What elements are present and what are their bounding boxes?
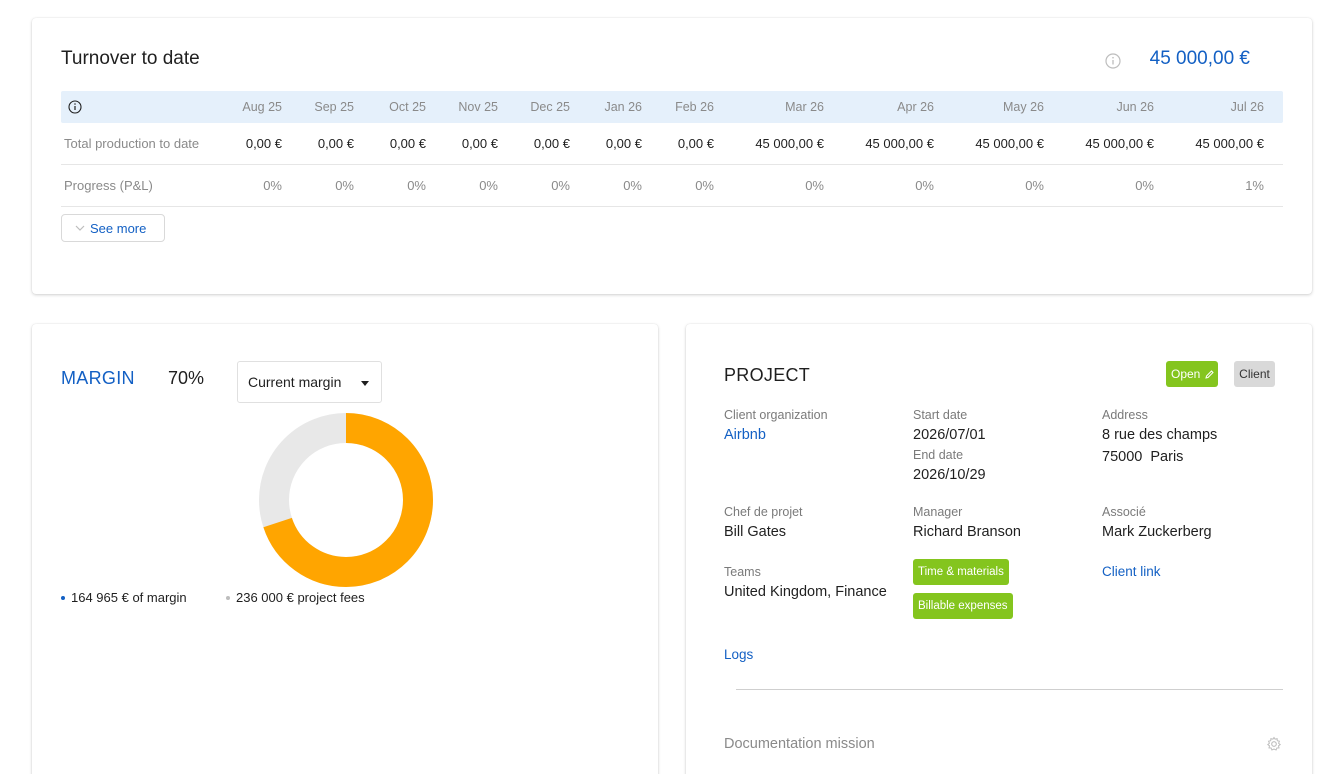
table-cell: 0,00 €	[389, 136, 426, 151]
tag-time-materials: Time & materials	[913, 559, 1009, 585]
row-label: Progress (P&L)	[64, 178, 153, 193]
legend-dot	[61, 595, 65, 600]
table-cell: 45 000,00 €	[1195, 136, 1264, 151]
chevron-down-icon	[75, 225, 85, 231]
turnover-table: Aug 25 Sep 25 Oct 25 Nov 25 Dec 25 Jan 26 Feb …	[61, 91, 1283, 207]
chef-value: Bill Gates	[724, 524, 787, 540]
table-cell: 45 000,00 €	[865, 136, 934, 151]
column-header: Mar 26	[785, 100, 824, 114]
row-label: Total production to date	[64, 136, 200, 151]
table-cell: 0,00 €	[317, 136, 354, 151]
address-label: Address	[1102, 408, 1148, 422]
column-header: May 26	[1003, 100, 1044, 114]
margin-donut-chart	[259, 413, 433, 587]
legend-item-margin: 164 965 € of margin	[61, 590, 187, 605]
column-header: Sep 25	[314, 100, 354, 114]
client-link[interactable]: Client link	[1102, 564, 1161, 579]
associe-value: Mark Zuckerberg	[1102, 524, 1212, 540]
table-cell: 0%	[805, 178, 824, 193]
teams-label: Teams	[724, 565, 761, 579]
turnover-title: Turnover to date	[61, 48, 200, 69]
table-cell: 0,00 €	[605, 136, 642, 151]
table-cell: 0%	[623, 178, 642, 193]
table-cell: 0%	[1025, 178, 1044, 193]
table-cell: 0%	[551, 178, 570, 193]
table-row-progress: Progress (P&L) 0% 0% 0% 0% 0% 0% 0% 0% 0% 0% 0% 1%	[61, 165, 1283, 207]
table-cell: 45 000,00 €	[755, 136, 824, 151]
table-cell: 0,00 €	[461, 136, 498, 151]
table-cell: 0%	[915, 178, 934, 193]
teams-value: United Kingdom, Finance	[724, 584, 887, 600]
select-value: Current margin	[248, 374, 342, 390]
tag-billable-expenses: Billable expenses	[913, 593, 1013, 619]
margin-card: MARGIN 70% Current margin 164 965 € of m…	[32, 324, 658, 774]
type-badge: Client	[1234, 361, 1275, 387]
table-row-production: Total production to date 0,00 € 0,00 € 0,0…	[61, 123, 1283, 165]
client-org-link[interactable]: Airbnb	[724, 427, 766, 443]
table-cell: 0%	[335, 178, 354, 193]
info-icon[interactable]	[68, 100, 82, 114]
column-header: Dec 25	[530, 100, 570, 114]
table-cell: 1%	[1245, 178, 1264, 193]
caret-down-icon	[361, 381, 369, 386]
turnover-total: 45 000,00 €	[1149, 48, 1250, 69]
see-more-label: See more	[90, 220, 147, 236]
info-icon[interactable]	[1105, 53, 1121, 69]
status-badge-label: Open	[1171, 367, 1201, 381]
divider	[736, 689, 1283, 690]
column-header: Jun 26	[1116, 100, 1154, 114]
status-badge[interactable]: Open	[1166, 361, 1218, 387]
table-cell: 0%	[479, 178, 498, 193]
legend-label: 236 000 € project fees	[236, 590, 365, 605]
column-header: Feb 26	[675, 100, 714, 114]
column-header: Jan 26	[604, 100, 642, 114]
table-cell: 0%	[1135, 178, 1154, 193]
margin-type-select[interactable]: Current margin	[237, 361, 382, 403]
documentation-title: Documentation mission	[724, 736, 875, 752]
address-line2: 75000 Paris	[1102, 449, 1184, 465]
end-date-label: End date	[913, 448, 964, 462]
table-cell: 0%	[263, 178, 282, 193]
legend-label: 164 965 € of margin	[71, 590, 187, 605]
project-title: PROJECT	[724, 365, 811, 385]
table-cell: 0%	[407, 178, 426, 193]
table-cell: 0,00 €	[677, 136, 714, 151]
see-more-button[interactable]: See more	[61, 214, 165, 242]
end-date-value: 2026/10/29	[913, 467, 986, 483]
project-card: PROJECT Open Client Client organization …	[686, 324, 1312, 774]
column-header: Jul 26	[1230, 100, 1264, 114]
manager-value: Richard Branson	[913, 524, 1021, 540]
table-header: Aug 25 Sep 25 Oct 25 Nov 25 Dec 25 Jan 26 Feb …	[61, 91, 1283, 123]
table-cell: 0,00 €	[245, 136, 282, 151]
table-cell: 0%	[695, 178, 714, 193]
gear-icon[interactable]	[1266, 736, 1282, 752]
column-header: Nov 25	[458, 100, 498, 114]
table-cell: 45 000,00 €	[975, 136, 1044, 151]
start-date-value: 2026/07/01	[913, 427, 986, 443]
legend-item-fees: 236 000 € project fees	[226, 590, 365, 605]
table-cell: 45 000,00 €	[1085, 136, 1154, 151]
column-header: Aug 25	[242, 100, 282, 114]
address-line1: 8 rue des champs	[1102, 427, 1218, 443]
chef-label: Chef de projet	[724, 505, 803, 519]
client-org-label: Client organization	[724, 408, 828, 422]
column-header: Oct 25	[389, 100, 426, 114]
turnover-card: Turnover to date 45 000,00 € Aug 25 Sep 2…	[32, 18, 1312, 294]
margin-title: MARGIN	[61, 368, 135, 388]
legend-dot	[226, 595, 230, 600]
table-cell: 0,00 €	[533, 136, 570, 151]
logs-link[interactable]: Logs	[724, 647, 753, 662]
column-header: Apr 26	[897, 100, 934, 114]
manager-label: Manager	[913, 505, 963, 519]
start-date-label: Start date	[913, 408, 968, 422]
associe-label: Associé	[1102, 505, 1146, 519]
pencil-icon	[1205, 369, 1215, 379]
margin-percent: 70%	[168, 368, 205, 388]
